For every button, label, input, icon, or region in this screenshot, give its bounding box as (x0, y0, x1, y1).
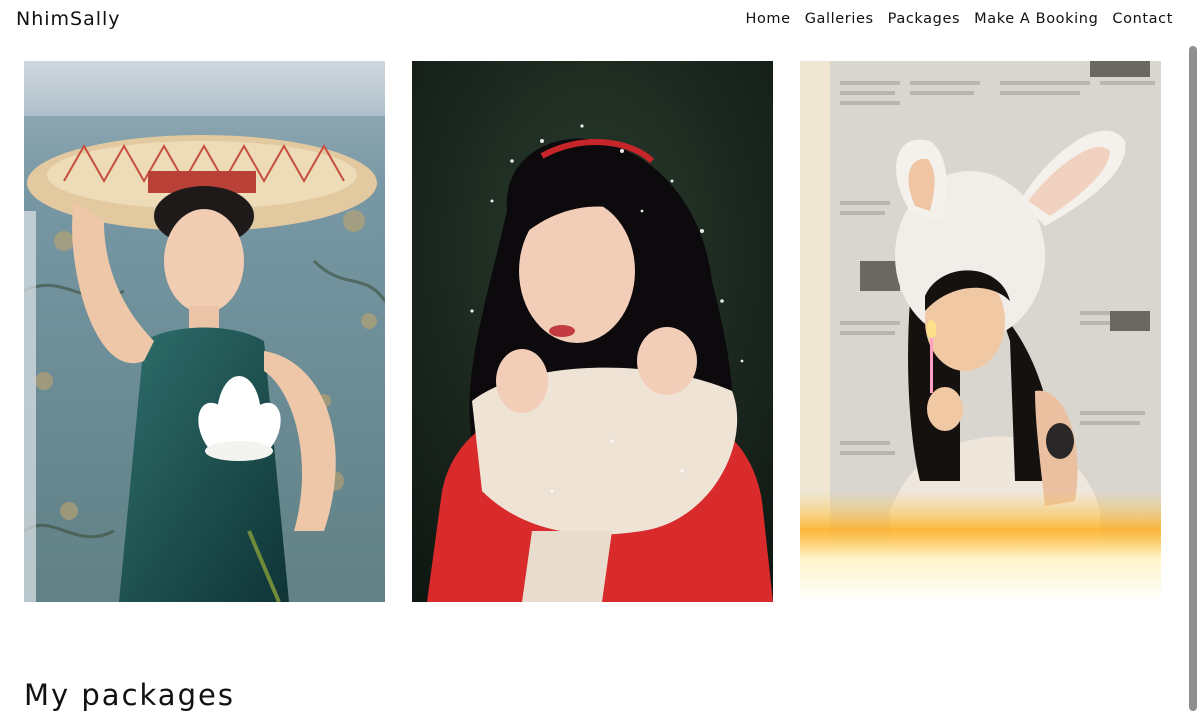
portrait-image (412, 61, 773, 602)
scrollbar-thumb[interactable] (1189, 46, 1197, 711)
nav-make-a-booking[interactable]: Make A Booking (974, 11, 1098, 27)
gallery-photo[interactable] (800, 61, 1161, 602)
nav-packages[interactable]: Packages (888, 11, 960, 27)
nav-galleries[interactable]: Galleries (805, 11, 874, 27)
portrait-image (24, 61, 385, 602)
main-nav: Home Galleries Packages Make A Booking C… (745, 11, 1173, 27)
site-header: NhimSally Home Galleries Packages Make A… (0, 0, 1200, 42)
gallery-photo[interactable] (412, 61, 773, 602)
portrait-image (800, 61, 1161, 602)
section-title-packages: My packages (24, 678, 235, 712)
gallery-photo[interactable] (24, 61, 385, 602)
nav-contact[interactable]: Contact (1112, 11, 1173, 27)
nav-home[interactable]: Home (745, 11, 790, 27)
page-scrollbar[interactable] (1184, 0, 1200, 723)
brand-logo[interactable]: NhimSally (16, 8, 121, 30)
